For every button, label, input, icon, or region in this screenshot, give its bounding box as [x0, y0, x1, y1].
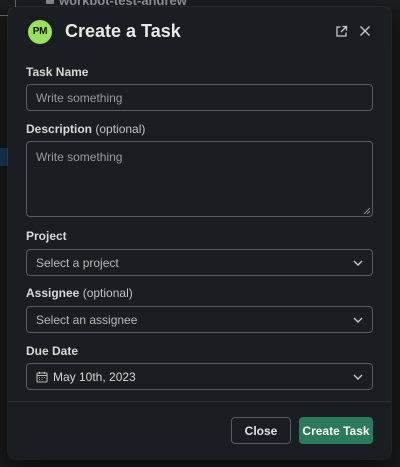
project-select[interactable]: Select a project [26, 249, 373, 276]
due-date-label: Due Date [26, 344, 79, 358]
calendar-icon [36, 371, 48, 383]
due-date-value: May 10th, 2023 [53, 369, 136, 384]
channel-square-icon [46, 0, 54, 4]
close-icon[interactable] [356, 22, 374, 40]
description-textarea[interactable] [27, 142, 372, 216]
assignee-label: Assignee (optional) [26, 286, 133, 300]
resize-grip-icon[interactable] [363, 207, 370, 214]
description-label: Description (optional) [26, 122, 146, 136]
description-optional-tag: (optional) [95, 122, 146, 136]
modal-title: Create a Task [65, 21, 181, 41]
chevron-down-icon [353, 315, 363, 325]
footer-divider [8, 401, 391, 402]
create-task-button[interactable]: Create Task [299, 417, 373, 444]
assignee-optional-tag: (optional) [82, 286, 133, 300]
task-name-field [26, 84, 373, 111]
project-label: Project [26, 229, 67, 243]
modal-header: PM Create a Task [8, 7, 391, 57]
assignee-select[interactable]: Select an assignee [26, 306, 373, 333]
chevron-down-icon [353, 372, 363, 382]
app-logo: PM [28, 20, 52, 44]
external-link-icon[interactable] [332, 22, 350, 40]
task-name-label: Task Name [26, 65, 89, 79]
due-date-picker[interactable]: May 10th, 2023 [26, 363, 373, 390]
assignee-select-value: Select an assignee [36, 312, 138, 327]
task-name-input[interactable] [27, 85, 372, 110]
description-field [26, 141, 373, 217]
create-task-modal: PM Create a Task Task Name Description (… [8, 7, 391, 459]
close-button[interactable]: Close [231, 417, 291, 444]
project-select-value: Select a project [36, 255, 119, 270]
chevron-down-icon [353, 258, 363, 268]
